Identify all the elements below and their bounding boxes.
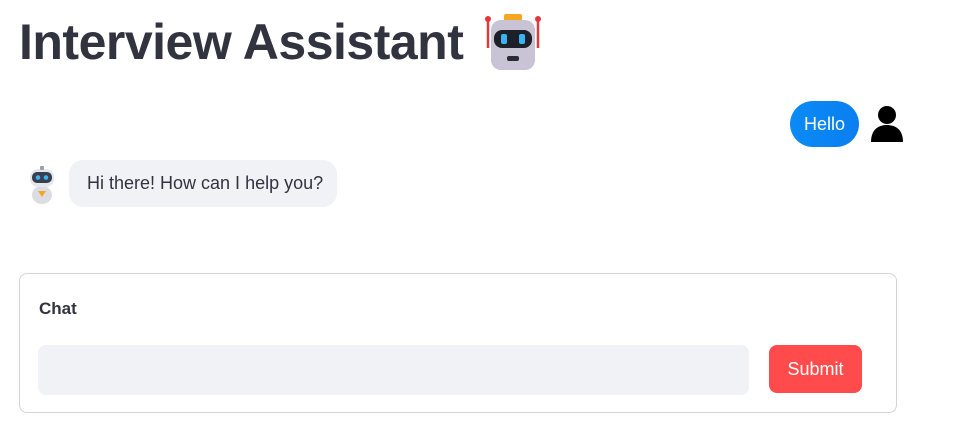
submit-button[interactable]: Submit <box>769 345 862 393</box>
assistant-message-bubble: Hi there! How can I help you? <box>69 160 338 207</box>
chat-form: Chat Submit <box>19 273 897 413</box>
assistant-message: Hi there! How can I help you? <box>26 160 338 207</box>
user-message-bubble: Hello <box>789 101 859 147</box>
robot-icon <box>26 164 58 204</box>
chat-label: Chat <box>39 299 77 318</box>
page-title: Interview Assistant <box>19 14 464 70</box>
chat-input[interactable] <box>38 345 749 395</box>
header: Interview Assistant <box>19 10 543 74</box>
person-icon <box>869 104 905 144</box>
app-page: Interview Assistant Hello Hi there! How … <box>0 0 957 427</box>
robot-face-icon <box>483 12 543 72</box>
user-message: Hello <box>789 101 905 147</box>
